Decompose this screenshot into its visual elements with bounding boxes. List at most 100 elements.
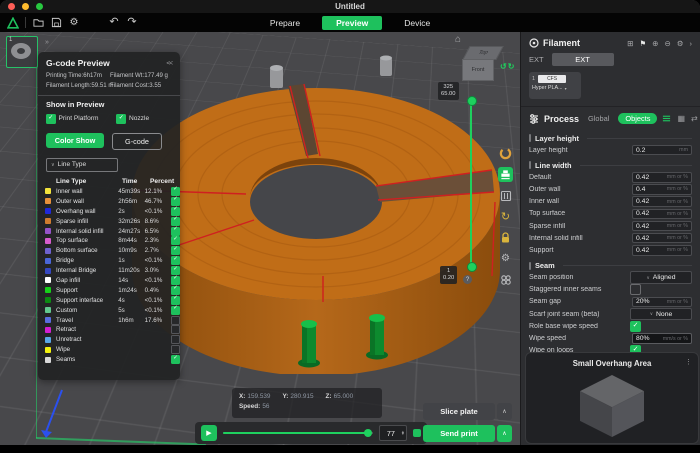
filament-spool-icon <box>529 38 539 48</box>
line-visible-checkbox[interactable] <box>171 227 180 236</box>
setting-checkbox[interactable] <box>630 284 641 295</box>
gear-tool-icon[interactable]: ⚙ <box>498 251 513 266</box>
grid-view-icon[interactable]: ▦ <box>677 114 685 123</box>
line-visible-checkbox[interactable] <box>171 217 180 226</box>
chevron-right-icon[interactable]: › <box>690 39 693 48</box>
nozzle-toggle[interactable]: Nozzle <box>116 114 149 124</box>
lock-tool-icon[interactable] <box>498 230 513 245</box>
move-counter-stepper[interactable]: ▴ ▾ <box>402 431 406 436</box>
tab-device[interactable]: Device <box>398 16 436 30</box>
tab-preview[interactable]: Preview <box>322 16 382 30</box>
tab-global[interactable]: Global <box>588 114 609 123</box>
group-marker <box>529 161 531 169</box>
setting-input[interactable]: 0.42mm or % <box>632 245 692 256</box>
filament-color-tool-icon[interactable] <box>498 146 513 161</box>
ext-tab[interactable]: EXT <box>552 53 614 66</box>
line-visible-checkbox[interactable] <box>171 246 180 255</box>
help-icon[interactable]: ? <box>463 275 472 284</box>
setting-label: Support <box>529 247 632 254</box>
layer-slider-top-handle[interactable] <box>467 96 477 106</box>
print-platform-checkbox[interactable] <box>46 114 56 124</box>
setting-input[interactable]: 0.42mm or % <box>632 233 692 244</box>
setting-input[interactable]: 0.4mm or % <box>632 184 692 195</box>
tab-prepare[interactable]: Prepare <box>264 16 306 30</box>
filament-slot-card[interactable]: 1 CFS Hyper PLA... ▾ <box>529 72 581 99</box>
plate-thumbnail[interactable]: 1 <box>6 36 38 68</box>
slice-options-button[interactable]: ∧ <box>497 403 512 420</box>
setting-input[interactable]: 20%mm or % <box>632 297 692 308</box>
line-visible-checkbox[interactable] <box>171 286 180 295</box>
line-time: 45m39s <box>118 188 144 195</box>
swap-filament-icon[interactable]: ⊞ <box>627 39 633 48</box>
line-visible-checkbox[interactable] <box>171 306 180 315</box>
add-filament-icon[interactable]: ⊕ <box>652 39 658 48</box>
group-title: Line width <box>535 161 572 170</box>
print-platform-toggle[interactable]: Print Platform <box>46 114 98 124</box>
line-color-swatch <box>45 347 51 353</box>
gcode-button[interactable]: G-code <box>112 133 162 150</box>
setting-input[interactable]: 0.42mm or % <box>632 221 692 232</box>
clover-tool-icon[interactable] <box>498 272 513 287</box>
box-tool-icon[interactable] <box>498 188 513 203</box>
line-percent: <0.1% <box>145 297 171 304</box>
printer-bed-tool-icon[interactable] <box>498 167 513 182</box>
line-visible-checkbox[interactable] <box>171 236 180 245</box>
line-visible-checkbox[interactable] <box>171 187 180 196</box>
move-counter[interactable]: 77 ▴ ▾ <box>379 425 407 441</box>
tune-icon[interactable] <box>662 114 671 123</box>
line-visible-checkbox[interactable] <box>171 325 180 334</box>
send-options-button[interactable]: ∧ <box>497 425 512 442</box>
rotate-view-icons[interactable]: ↺↻ <box>500 62 515 71</box>
flag-icon[interactable]: ⚑ <box>639 39 646 48</box>
line-visible-checkbox[interactable] <box>171 316 180 325</box>
line-visible-checkbox[interactable] <box>171 345 180 354</box>
line-visible-checkbox[interactable] <box>171 355 180 364</box>
pin-icon[interactable]: ⋮ <box>685 358 692 366</box>
line-type-row: Support 1m24s 0.4% <box>38 285 180 295</box>
main-area: 1 » G-code Preview << Printing Time:6h17… <box>0 32 700 445</box>
line-type-dropdown[interactable]: ∨ Line Type <box>46 158 118 172</box>
plate-list-expand-icon[interactable]: » <box>45 39 49 46</box>
setting-select[interactable]: ∨None <box>630 308 692 321</box>
slice-plate-button[interactable]: Slice plate <box>423 403 495 420</box>
loop-indicator[interactable] <box>413 429 421 437</box>
setting-input[interactable]: 80%mm/s or % <box>632 333 692 344</box>
line-visible-checkbox[interactable] <box>171 266 180 275</box>
panel-collapse-icon[interactable]: << <box>166 60 172 67</box>
filament-settings-icon[interactable]: ⚙ <box>677 39 684 48</box>
overhang-panel-title: Small Overhang Area <box>526 359 698 368</box>
line-visible-checkbox[interactable] <box>171 296 180 305</box>
layer-slider-track[interactable] <box>470 100 472 266</box>
slot-number: 1 <box>532 76 535 82</box>
layer-slider-bottom-handle[interactable] <box>467 262 477 272</box>
line-visible-checkbox[interactable] <box>171 276 180 285</box>
line-visible-checkbox[interactable] <box>171 207 180 216</box>
setting-select[interactable]: ∨Aligned <box>630 271 692 284</box>
line-color-swatch <box>45 297 51 303</box>
sync-icon[interactable]: ⇄ <box>691 114 698 123</box>
line-visible-checkbox[interactable] <box>171 256 180 265</box>
move-slider-handle[interactable] <box>364 429 372 437</box>
line-visible-checkbox[interactable] <box>171 197 180 206</box>
setting-input[interactable]: 0.42mm or % <box>632 196 692 207</box>
nozzle-checkbox[interactable] <box>116 114 126 124</box>
ext-label: EXT <box>529 55 544 64</box>
color-show-button[interactable]: Color Show <box>46 133 104 148</box>
send-print-button[interactable]: Send print <box>423 425 495 442</box>
chevron-down-icon[interactable]: ▾ <box>565 86 567 91</box>
line-visible-checkbox[interactable] <box>171 335 180 344</box>
setting-input[interactable]: 0.2mm <box>632 145 692 156</box>
rotate-tool-icon[interactable]: ↻ <box>498 209 513 224</box>
setting-input[interactable]: 0.42mm or % <box>632 172 692 183</box>
view-cube[interactable]: Top Front <box>466 46 498 80</box>
setting-input[interactable]: 0.42mm or % <box>632 209 692 220</box>
viewport-3d[interactable]: 1 » G-code Preview << Printing Time:6h17… <box>0 32 520 445</box>
home-view-icon[interactable]: ⌂ <box>455 34 461 45</box>
move-slider[interactable] <box>223 429 373 437</box>
play-button[interactable]: ▶ <box>201 425 217 441</box>
view-cube-front-face[interactable]: Front <box>462 59 494 81</box>
tab-objects[interactable]: Objects <box>618 113 657 124</box>
setting-checkbox[interactable] <box>630 321 641 332</box>
view-cube-top-face[interactable]: Top <box>462 46 503 60</box>
remove-filament-icon[interactable]: ⊖ <box>664 39 670 48</box>
